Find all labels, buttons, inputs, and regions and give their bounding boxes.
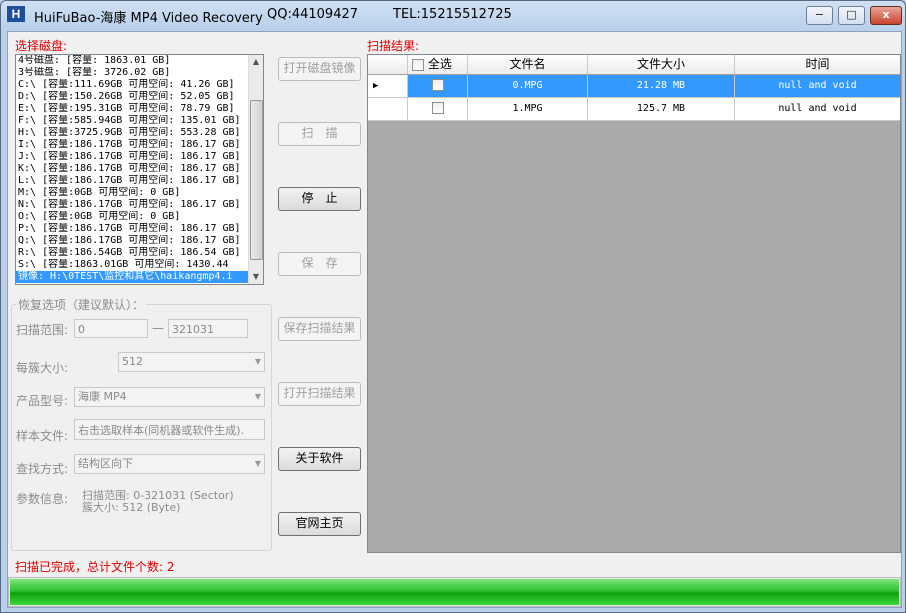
disk-list-item[interactable]: 4号磁盘: [容量: 1863.01 GB] (16, 55, 251, 67)
disk-list-item[interactable]: O:\ [容量:0GB 可用空间: 0 GB] (16, 211, 251, 223)
results-label: 扫描结果: (367, 39, 420, 53)
sample-file-label: 样本文件: (16, 429, 69, 443)
tel-contact: TEL:15215512725 (393, 7, 512, 22)
qq-contact: QQ:44109427 (267, 7, 359, 22)
scan-progress-bar (8, 577, 901, 607)
row-filename: 0.MPG (468, 75, 588, 97)
save-button[interactable]: 保 存 (278, 252, 361, 276)
cluster-size-label: 每簇大小: (16, 361, 69, 375)
disk-list-item[interactable]: 镜像: H:\0TEST\监控和其它\haikangmp4.i (16, 271, 251, 283)
about-button[interactable]: 关于软件 (278, 447, 361, 471)
row-checkbox-cell[interactable] (408, 75, 468, 97)
range-separator: — (152, 321, 164, 335)
scan-button[interactable]: 扫 描 (278, 122, 361, 146)
product-model-select[interactable]: 海康 MP4 ▼ (74, 387, 265, 407)
param-info-cluster: 簇大小: 512 (Byte) (82, 501, 181, 514)
row-size: 125.7 MB (588, 98, 735, 120)
title-bar[interactable]: H HuiFuBao-海康 MP4 Video Recovery QQ:4410… (1, 1, 905, 29)
close-button[interactable]: x (870, 6, 902, 25)
size-column-header[interactable]: 文件大小 (588, 55, 735, 74)
disk-list-item[interactable]: N:\ [容量:186.17GB 可用空间: 186.17 GB] (16, 199, 251, 211)
disk-list-item[interactable]: D:\ [容量:150.26GB 可用空间: 52.05 GB] (16, 91, 251, 103)
disk-list-item[interactable]: E:\ [容量:195.31GB 可用空间: 78.79 GB] (16, 103, 251, 115)
disk-list-item[interactable]: J:\ [容量:186.17GB 可用空间: 186.17 GB] (16, 151, 251, 163)
results-grid[interactable]: 全选 文件名 文件大小 时间 ▶ 0.MPG 21.28 MB null and… (367, 54, 901, 553)
range-start-input[interactable]: 0 (74, 319, 148, 338)
product-model-value: 海康 MP4 (78, 390, 127, 403)
find-method-value: 结构区向下 (78, 457, 133, 470)
select-all-header[interactable]: 全选 (408, 55, 468, 74)
disk-list-item[interactable]: K:\ [容量:186.17GB 可用空间: 186.17 GB] (16, 163, 251, 175)
grid-header: 全选 文件名 文件大小 时间 (368, 55, 900, 75)
chevron-down-icon: ▼ (254, 392, 261, 401)
row-checkbox[interactable] (431, 79, 444, 91)
scroll-thumb[interactable] (250, 100, 263, 260)
row-checkbox-cell[interactable] (408, 98, 468, 120)
table-row[interactable]: 1.MPG 125.7 MB null and void (368, 98, 900, 121)
disk-panel-label: 选择磁盘: (15, 39, 68, 53)
app-logo-icon: H (7, 6, 25, 22)
chevron-down-icon: ▼ (254, 459, 261, 468)
row-time: null and void (778, 103, 857, 114)
disk-list-item[interactable]: F:\ [容量:585.94GB 可用空间: 135.01 GB] (16, 115, 251, 127)
save-results-button[interactable]: 保存扫描结果 (278, 317, 361, 341)
range-end-input[interactable]: 321031 (168, 319, 248, 338)
disk-list[interactable]: 4号磁盘: [容量: 1863.01 GB] 3号磁盘: [容量: 3726.02… (15, 54, 264, 285)
param-info-label: 参数信息: (16, 492, 69, 506)
stop-button[interactable]: 停 止 (278, 187, 361, 211)
disk-list-item[interactable]: S:\ [容量:1863.01GB 可用空间: 1430.44 (16, 259, 251, 271)
progress-fill (10, 579, 899, 605)
find-method-select[interactable]: 结构区向下 ▼ (74, 454, 265, 474)
select-all-checkbox[interactable] (412, 58, 424, 71)
maximize-button[interactable]: □ (838, 6, 865, 25)
row-header-cell (368, 98, 408, 120)
disk-list-item[interactable]: P:\ [容量:186.17GB 可用空间: 186.17 GB] (16, 223, 251, 235)
options-group-title: 恢复选项（建议默认）： (16, 296, 147, 313)
disk-list-item[interactable]: Q:\ [容量:186.17GB 可用空间: 186.17 GB] (16, 235, 251, 247)
row-size: 21.28 MB (588, 75, 735, 97)
disk-list-item[interactable]: C:\ [容量:111.69GB 可用空间: 41.26 GB] (16, 79, 251, 91)
sample-file-input[interactable]: 右击选取样本(同机器或软件生成). (74, 419, 265, 440)
cluster-size-select[interactable]: 512 ▼ (118, 352, 265, 372)
find-method-label: 查找方式: (16, 462, 69, 476)
main-panel: 选择磁盘: 4号磁盘: [容量: 1863.01 GB] 3号磁盘: [容量: 3… (7, 31, 902, 608)
row-checkbox[interactable] (431, 102, 444, 114)
open-results-button[interactable]: 打开扫描结果 (278, 382, 361, 406)
chevron-down-icon: ▼ (254, 357, 261, 366)
select-all-label: 全选 (427, 57, 452, 71)
app-window: H HuiFuBao-海康 MP4 Video Recovery QQ:4410… (0, 0, 906, 613)
product-model-label: 产品型号: (16, 394, 69, 408)
row-filename: 1.MPG (468, 98, 588, 120)
disk-list-item[interactable]: L:\ [容量:186.17GB 可用空间: 186.17 GB] (16, 175, 251, 187)
scroll-up-arrow-icon[interactable]: ▲ (249, 55, 263, 69)
disk-list-item[interactable]: I:\ [容量:186.17GB 可用空间: 186.17 GB] (16, 139, 251, 151)
disk-list-item[interactable]: H:\ [容量:3725.9GB 可用空间: 553.28 GB] (16, 127, 251, 139)
scroll-down-arrow-icon[interactable]: ▼ (249, 270, 263, 284)
disk-items: 4号磁盘: [容量: 1863.01 GB] 3号磁盘: [容量: 3726.02… (16, 55, 263, 283)
status-text: 扫描已完成，总计文件个数: 2 (15, 560, 175, 574)
row-time: null and void (735, 75, 900, 97)
disk-list-scrollbar[interactable]: ▲ ▼ (248, 55, 263, 284)
disk-list-item[interactable]: R:\ [容量:186.54GB 可用空间: 186.54 GB] (16, 247, 251, 259)
disk-list-item[interactable]: 3号磁盘: [容量: 3726.02 GB] (16, 67, 251, 79)
filename-column-header[interactable]: 文件名 (468, 55, 588, 74)
disk-list-item[interactable]: M:\ [容量:0GB 可用空间: 0 GB] (16, 187, 251, 199)
row-header-corner (368, 55, 408, 74)
row-pointer-icon: ▶ (368, 75, 408, 97)
app-title: HuiFuBao-海康 MP4 Video Recovery (34, 11, 263, 26)
scan-range-label: 扫描范围: (16, 323, 69, 337)
minimize-button[interactable]: − (806, 6, 833, 25)
cluster-size-value: 512 (122, 355, 143, 368)
open-image-button[interactable]: 打开磁盘镜像 (278, 57, 361, 81)
time-column-header[interactable]: 时间 (735, 55, 900, 74)
table-row[interactable]: ▶ 0.MPG 21.28 MB null and void (368, 75, 900, 98)
homepage-button[interactable]: 官网主页 (278, 512, 361, 536)
